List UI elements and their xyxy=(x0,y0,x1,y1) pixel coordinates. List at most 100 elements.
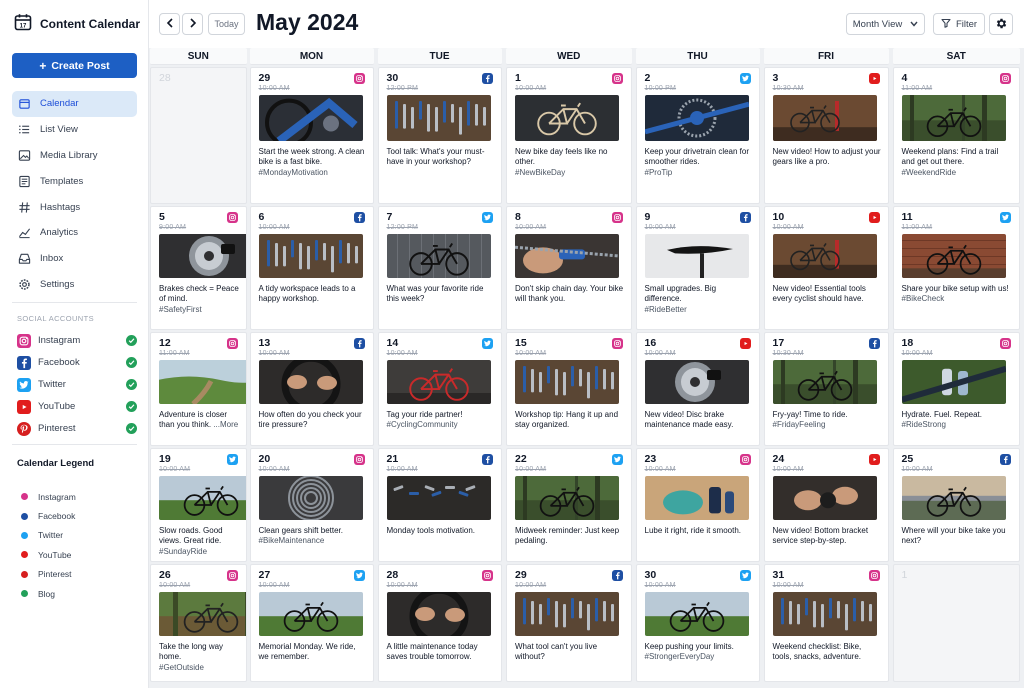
post-thumbnail[interactable] xyxy=(515,234,619,278)
account-instagram[interactable]: Instagram xyxy=(17,330,137,352)
settings-button[interactable] xyxy=(989,13,1013,35)
calendar-cell[interactable]: 14 10:00 AM Tag your ride partner! #Cycli… xyxy=(377,332,502,446)
post-caption[interactable]: Small upgrades. Big difference. #RideBet… xyxy=(645,284,753,315)
filter-button[interactable]: Filter xyxy=(933,13,985,35)
post-caption[interactable]: Clean gears shift better. #BikeMaintenan… xyxy=(259,526,367,547)
calendar-cell[interactable]: 28 10:00 AM A little maintenance today sa… xyxy=(377,564,502,682)
post-thumbnail[interactable] xyxy=(258,476,363,520)
post-caption[interactable]: Where will your bike take you next? xyxy=(902,526,1014,547)
calendar-cell[interactable]: 3 10:30 AM New video! How to adjust your … xyxy=(763,67,889,204)
sidebar-item-settings[interactable]: Settings xyxy=(12,272,137,298)
calendar-cell[interactable]: 19 10:00 AM Slow roads. Good views. Great… xyxy=(150,448,247,562)
post-thumbnail[interactable] xyxy=(901,95,1006,141)
post-caption[interactable]: Weekend plans: Find a trail and get out … xyxy=(902,147,1014,178)
more-link[interactable]: ...More xyxy=(213,420,238,429)
post-thumbnail[interactable] xyxy=(644,234,749,278)
post-caption[interactable]: Share your bike setup with us! #BikeChec… xyxy=(902,284,1014,305)
post-thumbnail[interactable] xyxy=(772,95,877,141)
post-caption[interactable]: Adventure is closer than you think. ...M… xyxy=(159,410,240,431)
calendar-cell[interactable]: 27 10:00 AM Memorial Monday. We ride, we … xyxy=(249,564,374,682)
calendar-cell[interactable]: 15 10:00 AM Workshop tip: Hang it up and … xyxy=(506,332,632,446)
calendar-cell[interactable]: 7 12:00 PM What was your favorite ride th… xyxy=(377,206,502,330)
calendar-cell[interactable]: 12 11:00 AM Adventure is closer than you … xyxy=(150,332,247,446)
post-caption[interactable]: Tool talk: What's your must-have in your… xyxy=(387,147,495,168)
next-month-button[interactable] xyxy=(182,13,203,35)
calendar-cell[interactable]: 17 10:30 AM Fry-yay! Time to ride. #Frida… xyxy=(763,332,889,446)
sidebar-item-calendar[interactable]: Calendar xyxy=(12,91,137,117)
post-thumbnail[interactable] xyxy=(386,592,491,636)
post-thumbnail[interactable] xyxy=(772,592,877,636)
calendar-cell[interactable]: 2 10:00 PM Keep your drivetrain clean for… xyxy=(635,67,760,204)
post-caption[interactable]: New bike day feels like no other. #NewBi… xyxy=(515,147,625,178)
calendar-cell[interactable]: 13 10:00 AM How often do you check your t… xyxy=(249,332,374,446)
post-caption[interactable]: Keep pushing your limits. #StrongerEvery… xyxy=(645,642,753,663)
account-facebook[interactable]: Facebook xyxy=(17,352,137,374)
post-caption[interactable]: What was your favorite ride this week? xyxy=(387,284,495,305)
post-thumbnail[interactable] xyxy=(159,234,246,278)
sidebar-item-templates[interactable]: Templates xyxy=(12,168,137,194)
post-caption[interactable]: New video! Disc brake maintenance made e… xyxy=(645,410,753,431)
post-thumbnail[interactable] xyxy=(159,360,246,404)
calendar-cell[interactable]: 6 10:00 AM A tidy workspace leads to a ha… xyxy=(249,206,374,330)
post-thumbnail[interactable] xyxy=(159,592,246,636)
post-thumbnail[interactable] xyxy=(644,592,749,636)
post-thumbnail[interactable] xyxy=(901,360,1006,404)
post-thumbnail[interactable] xyxy=(644,360,749,404)
calendar-cell[interactable]: 10 10:00 AM New video! Essential tools ev… xyxy=(763,206,889,330)
post-thumbnail[interactable] xyxy=(644,95,749,141)
sidebar-item-hashtags[interactable]: Hashtags xyxy=(12,194,137,220)
post-caption[interactable]: Monday tools motivation. xyxy=(387,526,495,536)
sidebar-item-analytics[interactable]: Analytics xyxy=(12,220,137,246)
post-thumbnail[interactable] xyxy=(258,360,363,404)
post-caption[interactable]: Lube it right, ride it smooth. xyxy=(645,526,753,536)
calendar-cell[interactable]: 25 10:00 AM Where will your bike take you… xyxy=(892,448,1020,562)
post-caption[interactable]: New video! Bottom bracket service step-b… xyxy=(773,526,882,547)
post-thumbnail[interactable] xyxy=(258,95,363,141)
post-caption[interactable]: Take the long way home. #GetOutside xyxy=(159,642,240,673)
calendar-cell[interactable]: 23 10:00 AM Lube it right, ride it smooth… xyxy=(635,448,760,562)
post-caption[interactable]: New video! Essential tools every cyclist… xyxy=(773,284,882,305)
post-caption[interactable]: Don't skip chain day. Your bike will tha… xyxy=(515,284,625,305)
post-thumbnail[interactable] xyxy=(386,234,491,278)
sidebar-item-list-view[interactable]: List View xyxy=(12,117,137,143)
account-twitter[interactable]: Twitter xyxy=(17,374,137,396)
post-caption[interactable]: Tag your ride partner! #CyclingCommunity xyxy=(387,410,495,431)
calendar-cell[interactable]: 31 10:00 AM Weekend checklist: Bike, tool… xyxy=(763,564,889,682)
post-thumbnail[interactable] xyxy=(515,360,619,404)
post-thumbnail[interactable] xyxy=(515,476,619,520)
calendar-cell[interactable]: 4 11:00 AM Weekend plans: Find a trail an… xyxy=(892,67,1020,204)
calendar-cell[interactable]: 1 10:00 AM New bike day feels like no oth… xyxy=(506,67,632,204)
post-caption[interactable]: A little maintenance today saves trouble… xyxy=(387,642,495,663)
post-thumbnail[interactable] xyxy=(515,592,619,636)
post-caption[interactable]: Start the week strong. A clean bike is a… xyxy=(259,147,367,178)
calendar-cell[interactable]: 30 10:00 AM Keep pushing your limits. #St… xyxy=(635,564,760,682)
calendar-cell[interactable]: 29 10:00 AM What tool can't you live with… xyxy=(506,564,632,682)
post-caption[interactable]: Workshop tip: Hang it up and stay organi… xyxy=(515,410,625,431)
post-caption[interactable]: Brakes check = Peace of mind. #SafetyFir… xyxy=(159,284,240,315)
calendar-cell[interactable]: 18 10:00 AM Hydrate. Fuel. Repeat. #RideS… xyxy=(892,332,1020,446)
post-caption[interactable]: Slow roads. Good views. Great ride. #Sun… xyxy=(159,526,240,557)
post-thumbnail[interactable] xyxy=(901,234,1006,278)
account-youtube[interactable]: YouTube xyxy=(17,396,137,418)
view-select[interactable]: Month View xyxy=(846,13,925,35)
post-caption[interactable]: Memorial Monday. We ride, we remember. xyxy=(259,642,367,663)
calendar-cell[interactable]: 26 10:00 AM Take the long way home. #GetO… xyxy=(150,564,247,682)
calendar-cell[interactable]: 5 9:00 AM Brakes check = Peace of mind. #… xyxy=(150,206,247,330)
post-caption[interactable]: Keep your drivetrain clean for smoother … xyxy=(645,147,753,178)
post-caption[interactable]: Midweek reminder: Just keep pedaling. xyxy=(515,526,625,547)
calendar-cell[interactable]: 29 10:00 AM Start the week strong. A clea… xyxy=(249,67,374,204)
post-thumbnail[interactable] xyxy=(772,234,877,278)
post-thumbnail[interactable] xyxy=(901,476,1006,520)
post-caption[interactable]: New video! How to adjust your gears like… xyxy=(773,147,882,168)
post-caption[interactable]: Fry-yay! Time to ride. #FridayFeeling xyxy=(773,410,882,431)
calendar-cell[interactable]: 11 11:00 AM Share your bike setup with us… xyxy=(892,206,1020,330)
post-caption[interactable]: A tidy workspace leads to a happy worksh… xyxy=(259,284,367,305)
post-thumbnail[interactable] xyxy=(386,476,491,520)
post-thumbnail[interactable] xyxy=(772,476,877,520)
prev-month-button[interactable] xyxy=(159,13,180,35)
post-thumbnail[interactable] xyxy=(515,95,619,141)
post-caption[interactable]: How often do you check your tire pressur… xyxy=(259,410,367,431)
create-post-button[interactable]: + Create Post xyxy=(12,53,137,78)
sidebar-item-media-library[interactable]: Media Library xyxy=(12,143,137,169)
calendar-cell[interactable]: 20 10:00 AM Clean gears shift better. #Bi… xyxy=(249,448,374,562)
